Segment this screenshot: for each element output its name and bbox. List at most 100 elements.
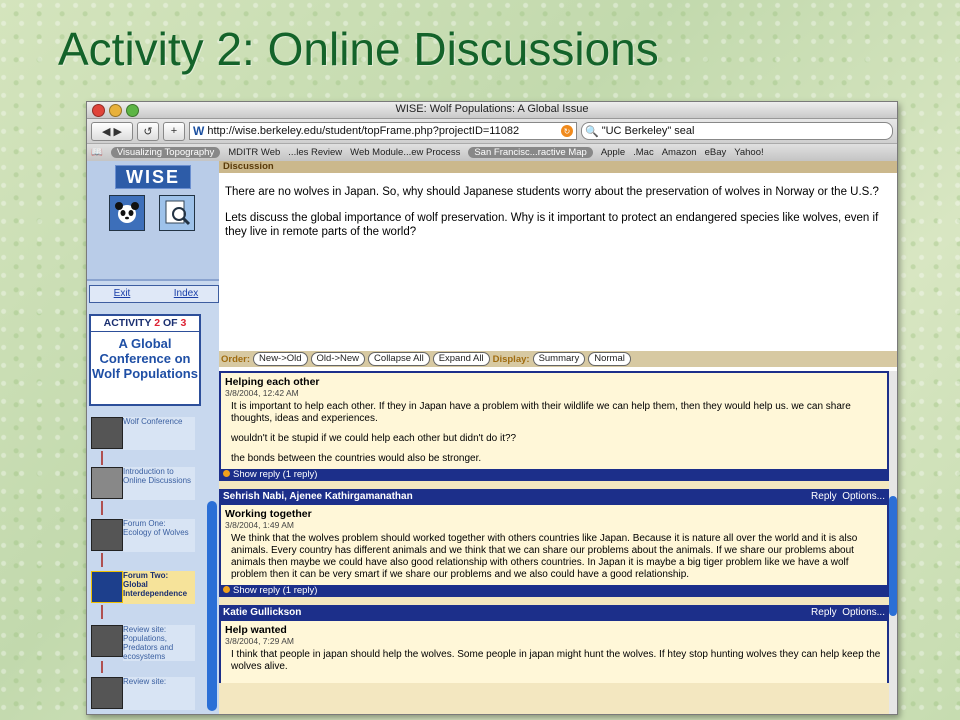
options-button[interactable]: Options... [842,491,885,502]
step-label: Forum One: Ecology of Wolves [123,519,195,552]
bookmark-item[interactable]: San Francisc...ractive Map [468,147,593,158]
step-label: Review site: Populations, Predators and … [123,625,195,661]
show-reply-text: Show reply (1 reply) [233,585,318,596]
activity-counter: ACTIVITY 2 OF 3 [91,316,199,332]
bookmark-item[interactable]: MDITR Web [228,147,280,158]
bookmark-item[interactable]: .Mac [633,147,654,158]
collapse-all-button[interactable]: Collapse All [368,352,430,366]
options-button[interactable]: Options... [842,607,885,618]
bookmark-item[interactable]: Amazon [662,147,697,158]
arrow-down-icon [101,605,103,619]
search-icon: 🔍 [585,125,599,138]
step-label: Wolf Conference [123,417,195,450]
show-reply-text: Show reply (1 reply) [233,469,318,480]
prompt-paragraph: There are no wolves in Japan. So, why sh… [225,186,879,198]
post-date: 3/8/2004, 12:42 AM [225,388,299,398]
post: Katie Gullickson Reply Options... Help w… [219,605,889,683]
post-body: Help wanted 3/8/2004, 7:29 AM I think th… [219,621,889,683]
step-review-site[interactable]: Review site: Populations, Predators and … [91,625,207,661]
discussion-icon [91,519,123,551]
post-title: Working together [225,508,312,520]
post-paragraph: wouldn't it be stupid if we could help e… [231,433,517,444]
show-reply-link[interactable]: Show reply (1 reply) [219,469,889,481]
post-title: Help wanted [225,624,287,636]
post: Sehrish Nabi, Ajenee Kathirgamanathan Re… [219,489,889,597]
posts-list: Helping each other 3/8/2004, 12:42 AM It… [219,371,889,714]
discussion-prompt: There are no wolves in Japan. So, why sh… [225,185,891,251]
post-author: Katie Gullickson [223,607,302,618]
normal-button[interactable]: Normal [588,352,631,366]
order-label: Order: [221,353,251,365]
step-forum-one[interactable]: Forum One: Ecology of Wolves [91,519,207,555]
panda-icon[interactable] [109,195,145,231]
post-paragraph: We think that the wolves problem should … [231,533,858,580]
bookmark-item[interactable]: Visualizing Topography [110,147,221,158]
step-label: Introduction to Online Discussions [123,467,195,500]
bookmarks-book-icon[interactable]: 📖 [91,147,103,158]
step-label: Forum Two: Global Interdependence [123,571,195,604]
title-bar: WISE: Wolf Populations: A Global Issue [87,102,897,119]
address-bar[interactable]: W http://wise.berkeley.edu/student/topFr… [189,122,577,140]
arrow-down-icon [101,661,103,673]
globe-icon [91,677,123,709]
post-date: 3/8/2004, 1:49 AM [225,520,294,530]
search-query: "UC Berkeley" seal [601,125,695,137]
activity-total: 3 [180,317,187,329]
show-reply-link[interactable]: Show reply (1 reply) [219,585,889,597]
post-header: Sehrish Nabi, Ajenee Kathirgamanathan Re… [219,489,889,505]
step-review-site-2[interactable]: Review site: [91,677,207,713]
site-favicon-icon: W [193,124,205,138]
step-wolf-conference[interactable]: Wolf Conference [91,417,207,453]
magnifier-document-icon[interactable] [159,195,195,231]
search-field[interactable]: 🔍 "UC Berkeley" seal [581,122,893,140]
activity-title: A Global Conference on Wolf Populations [92,336,198,381]
bookmarks-bar: 📖 Visualizing Topography MDITR Web ...le… [87,144,897,162]
summary-button[interactable]: Summary [532,352,586,366]
posts-scrollbar[interactable] [889,371,897,714]
step-forum-two[interactable]: Forum Two: Global Interdependence [91,571,207,607]
activity-of: OF [162,317,178,329]
exit-link[interactable]: Exit [90,286,154,302]
activity-prefix: ACTIVITY [103,317,152,329]
order-display-bar: Order: New->Old Old->New Collapse All Ex… [219,351,897,367]
bookmark-item[interactable]: Apple [601,147,625,158]
post: Helping each other 3/8/2004, 12:42 AM It… [219,371,889,481]
window-title: WISE: Wolf Populations: A Global Issue [395,103,589,115]
slide-title: Activity 2: Online Discussions [58,23,659,75]
discussion-label: Discussion [219,161,897,173]
post-paragraph: I think that people in japan should help… [231,649,881,672]
post-title: Helping each other [225,376,320,388]
bookmark-item[interactable]: eBay [705,147,727,158]
bookmark-item[interactable]: Yahoo! [734,147,763,158]
new-old-button[interactable]: New->Old [253,352,308,366]
arrow-down-icon [101,451,103,465]
back-forward-button[interactable]: ◀ ▶ [91,121,133,141]
bookmark-item[interactable]: Web Module...ew Process [350,147,460,158]
reply-button[interactable]: Reply [811,607,837,618]
bookmark-item[interactable]: ...les Review [288,147,342,158]
browser-window: WISE: Wolf Populations: A Global Issue ◀… [86,101,898,715]
prompt-paragraph: Lets discuss the global importance of wo… [225,212,879,238]
reload-icon[interactable]: ↺ [137,121,159,141]
step-label: Review site: [123,677,195,710]
add-bookmark-icon[interactable]: + [163,121,185,141]
post-body: Helping each other 3/8/2004, 12:42 AM It… [219,373,889,469]
display-label: Display: [492,353,530,365]
arrow-down-icon [101,501,103,515]
post-date: 3/8/2004, 7:29 AM [225,636,294,646]
wise-header: WISE [87,161,219,281]
expand-all-button[interactable]: Expand All [432,352,490,366]
globe-icon [91,625,123,657]
old-new-button[interactable]: Old->New [310,352,366,366]
reply-button[interactable]: Reply [811,491,837,502]
activity-box: ACTIVITY 2 OF 3 A Global Conference on W… [89,314,201,406]
scrollbar-thumb[interactable] [889,496,897,616]
discussion-icon [91,571,123,603]
wise-sidebar: WISE Exit Index ACTIVITY 2 OF 3 A Global… [87,161,219,714]
snapback-icon[interactable]: ↻ [561,125,573,137]
sidebar-scrollbar[interactable] [207,501,217,711]
post-paragraph: the bonds between the countries would al… [231,453,482,464]
step-introduction[interactable]: Introduction to Online Discussions [91,467,207,503]
post-body: Working together 3/8/2004, 1:49 AM We th… [219,505,889,585]
index-link[interactable]: Index [154,286,218,302]
